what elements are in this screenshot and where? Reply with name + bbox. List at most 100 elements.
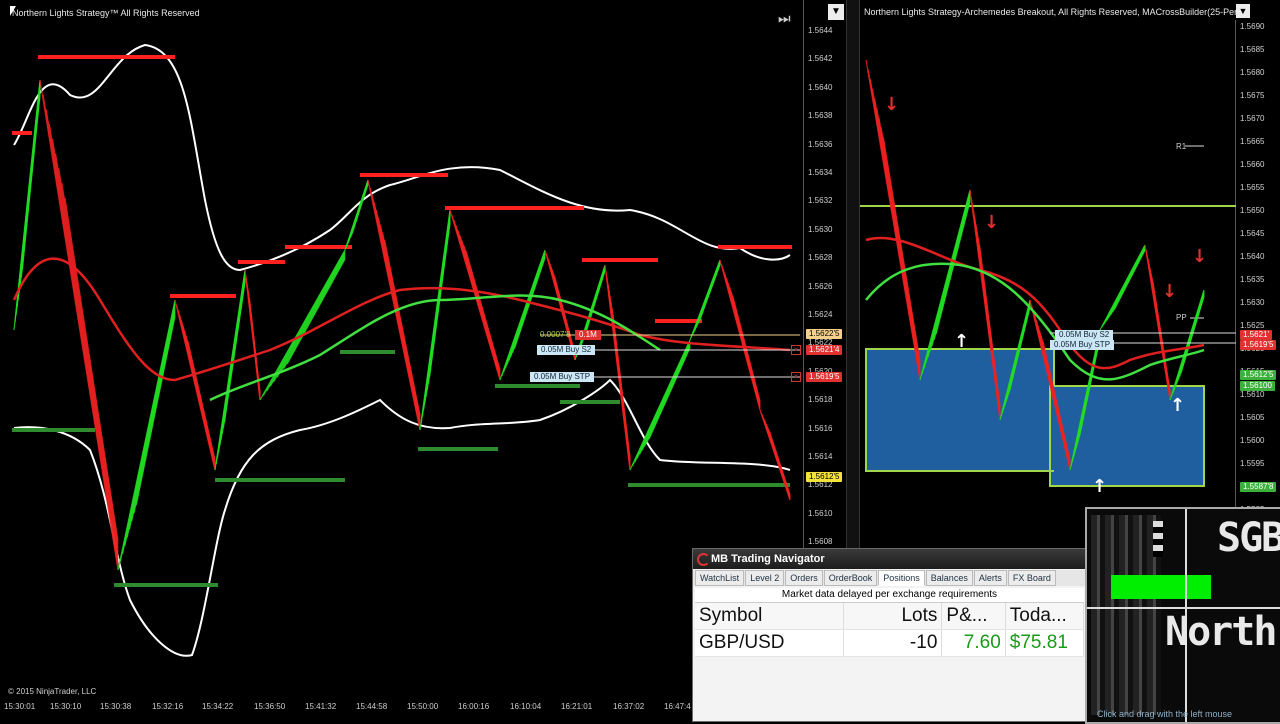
- bear-ribbon: [465, 250, 501, 370]
- x-tick-label: 15:44:58: [356, 702, 388, 711]
- y-tick-label: 1.5626: [808, 281, 833, 291]
- x-tick-label: 16:21:01: [561, 702, 593, 711]
- y-tick-label: 1.5685: [1240, 45, 1265, 54]
- y-tick-label: 1.5640: [808, 82, 833, 92]
- preview-icon: [1153, 521, 1163, 557]
- y-tick-label: 1.5690: [1240, 22, 1265, 31]
- x-tick-label: 15:30:01: [4, 702, 36, 711]
- bull-ribbon: [1180, 296, 1205, 374]
- bull-ribbon: [648, 347, 691, 440]
- x-tick-label: 15:34:22: [202, 702, 234, 711]
- x-tick-label: 15:32:16: [152, 702, 184, 711]
- bull-ribbon: [935, 201, 971, 335]
- tab-watchlist[interactable]: WatchList: [695, 570, 745, 586]
- row-symbol: GBP/USD: [695, 630, 845, 656]
- bear-ribbon: [58, 168, 119, 549]
- price-tag: 1.5612'5: [806, 472, 843, 482]
- buy-s2-order: 0.05M Buy S2: [1055, 330, 1114, 340]
- close-order-icon[interactable]: ×: [791, 345, 801, 355]
- navigator-titlebar[interactable]: MB Trading Navigator: [693, 549, 1086, 569]
- y-tick-label: 1.5638: [808, 111, 833, 121]
- price-tag: 1.5619'5: [1240, 340, 1277, 350]
- bull-ribbon: [135, 316, 176, 506]
- close-order-icon[interactable]: ×: [791, 372, 801, 382]
- buy-arrow-icon: ↑: [954, 331, 969, 352]
- tab-positions[interactable]: Positions: [878, 570, 925, 586]
- x-tick-label: 15:30:38: [100, 702, 132, 711]
- tab-alerts[interactable]: Alerts: [973, 570, 1007, 586]
- y-tick-label: 1.5675: [1240, 91, 1265, 100]
- y-tick-label: 1.5655: [1240, 183, 1265, 192]
- y-tick-label: 1.5628: [808, 253, 833, 263]
- bear-ribbon: [55, 153, 119, 552]
- zoom-preview[interactable]: SGB North Click and drag with the left m…: [1085, 507, 1280, 724]
- sell-arrow-icon: ↓: [1162, 281, 1177, 302]
- price-tag: 1.5612'5: [1240, 370, 1277, 380]
- y-tick-label: 1.5616: [808, 423, 833, 433]
- col-lots[interactable]: Lots: [844, 603, 943, 629]
- col-symbol[interactable]: Symbol: [695, 603, 845, 629]
- y-tick-label: 1.5650: [1240, 206, 1265, 215]
- col-pnl[interactable]: P&...: [942, 603, 1006, 629]
- price-tag: 1.56100: [1240, 381, 1275, 391]
- row-lots: -10: [844, 630, 943, 656]
- y-tick-label: 1.5645: [1240, 229, 1265, 238]
- navigator-title: MB Trading Navigator: [711, 553, 825, 565]
- bull-ribbon: [351, 184, 369, 234]
- col-today[interactable]: Toda...: [1006, 603, 1084, 629]
- x-tick-label: 16:00:16: [458, 702, 490, 711]
- x-tick-label: 15:36:50: [254, 702, 286, 711]
- x-tick-label: 15:50:00: [407, 702, 439, 711]
- bear-ribbon: [51, 138, 119, 556]
- buy-stp-order: 0.05M Buy STP: [1050, 340, 1115, 350]
- bull-ribbon: [224, 281, 246, 423]
- market-data-notice: Market data delayed per exchange require…: [695, 588, 1084, 603]
- buy-arrow-icon: ↑: [1170, 395, 1185, 416]
- y-tick-label: 1.5600: [1240, 436, 1265, 445]
- y-tick-label: 1.5640: [1240, 252, 1265, 261]
- tab-fx-board[interactable]: FX Board: [1007, 570, 1056, 586]
- navigator-logo-icon: [697, 553, 710, 566]
- preview-hint: Click and drag with the left mouse: [1097, 709, 1233, 719]
- navigator-tabs: WatchList Level 2 Orders OrderBook Positions…: [693, 570, 1086, 586]
- y-tick-label: 1.5660: [1240, 160, 1265, 169]
- preview-sgb: SGB: [1217, 515, 1280, 561]
- preview-bars: [1091, 515, 1161, 715]
- breakout-box: [865, 348, 1055, 472]
- y-tick-label: 1.5595: [1240, 459, 1265, 468]
- y-tick-label: 1.5635: [1240, 275, 1265, 284]
- order-size-tag: 0.1M: [575, 330, 601, 340]
- y-tick-label: 1.5632: [808, 196, 833, 206]
- left-price-plot: [12, 43, 800, 657]
- preview-green-bar: [1111, 575, 1211, 599]
- y-tick-label: 1.5618: [808, 395, 833, 405]
- price-tag: 1.5619'5: [806, 372, 843, 382]
- left-x-ticks: 15:30:01 15:30:10 15:30:38 15:32:16 15:34:22…: [0, 700, 700, 720]
- y-tick-label: 1.5642: [808, 54, 833, 64]
- table-row[interactable]: GBP/USD -10 7.60 $75.81: [695, 630, 1084, 657]
- tab-orders[interactable]: Orders: [785, 570, 823, 586]
- bear-ribbon: [42, 94, 119, 567]
- bear-ribbon: [554, 276, 576, 354]
- x-tick-label: 16:47:4: [664, 702, 691, 711]
- y-tick-label: 1.5634: [808, 168, 833, 177]
- y-tick-label: 1.5670: [1240, 114, 1265, 123]
- buy-arrow-icon: ↑: [1092, 476, 1107, 497]
- order-qty-tag: 0.0007'8: [540, 330, 571, 339]
- x-tick-label: 16:10:04: [510, 702, 542, 711]
- right-chart[interactable]: Northern Lights Strategy-Archemedes Brea…: [860, 0, 1280, 514]
- tab-balances[interactable]: Balances: [925, 570, 973, 586]
- bear-ribbon: [61, 182, 119, 545]
- x-tick-label: 15:41:32: [305, 702, 337, 711]
- tab-orderbook[interactable]: OrderBook: [823, 570, 878, 586]
- y-tick-label: 1.5610: [808, 508, 833, 518]
- y-tick-label: 1.5630: [1240, 298, 1265, 307]
- bear-ribbon: [249, 301, 261, 393]
- bear-ribbon: [882, 136, 921, 361]
- chart-splitter[interactable]: [846, 0, 860, 548]
- pp-label: PP: [1176, 313, 1187, 322]
- positions-header-row: Symbol Lots P&... Toda...: [695, 603, 1084, 630]
- tab-level-2[interactable]: Level 2: [745, 570, 785, 586]
- mb-trading-navigator[interactable]: MB Trading Navigator WatchList Level 2 Ord…: [692, 548, 1087, 722]
- price-tag: 1.5622'5: [806, 329, 843, 339]
